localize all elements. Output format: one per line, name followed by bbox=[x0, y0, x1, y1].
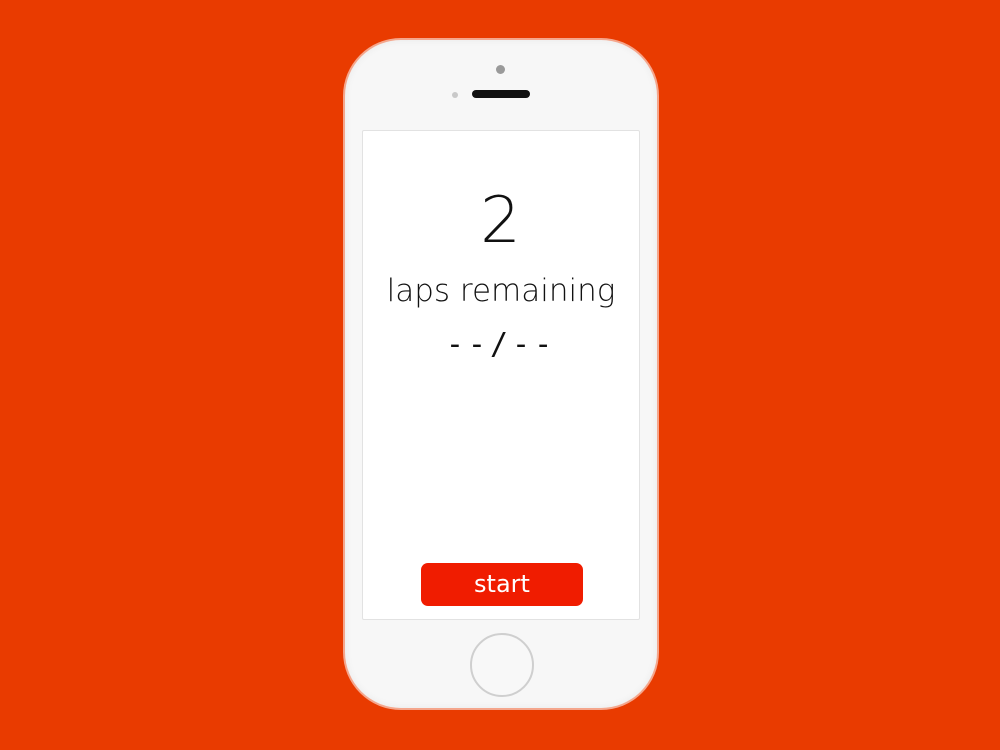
split-time-display: --/-- bbox=[445, 327, 557, 362]
laps-remaining-label: laps remaining bbox=[386, 273, 616, 309]
earpiece-speaker-icon bbox=[472, 90, 530, 98]
start-button[interactable]: start bbox=[421, 563, 583, 606]
phone-frame: 2 laps remaining --/-- start bbox=[345, 40, 657, 708]
laps-remaining-count: 2 bbox=[480, 184, 522, 258]
sensor-dot-icon bbox=[452, 92, 458, 98]
camera-lens-icon bbox=[496, 65, 505, 74]
home-button[interactable] bbox=[470, 633, 534, 697]
app-screen: 2 laps remaining --/-- start bbox=[362, 130, 640, 620]
